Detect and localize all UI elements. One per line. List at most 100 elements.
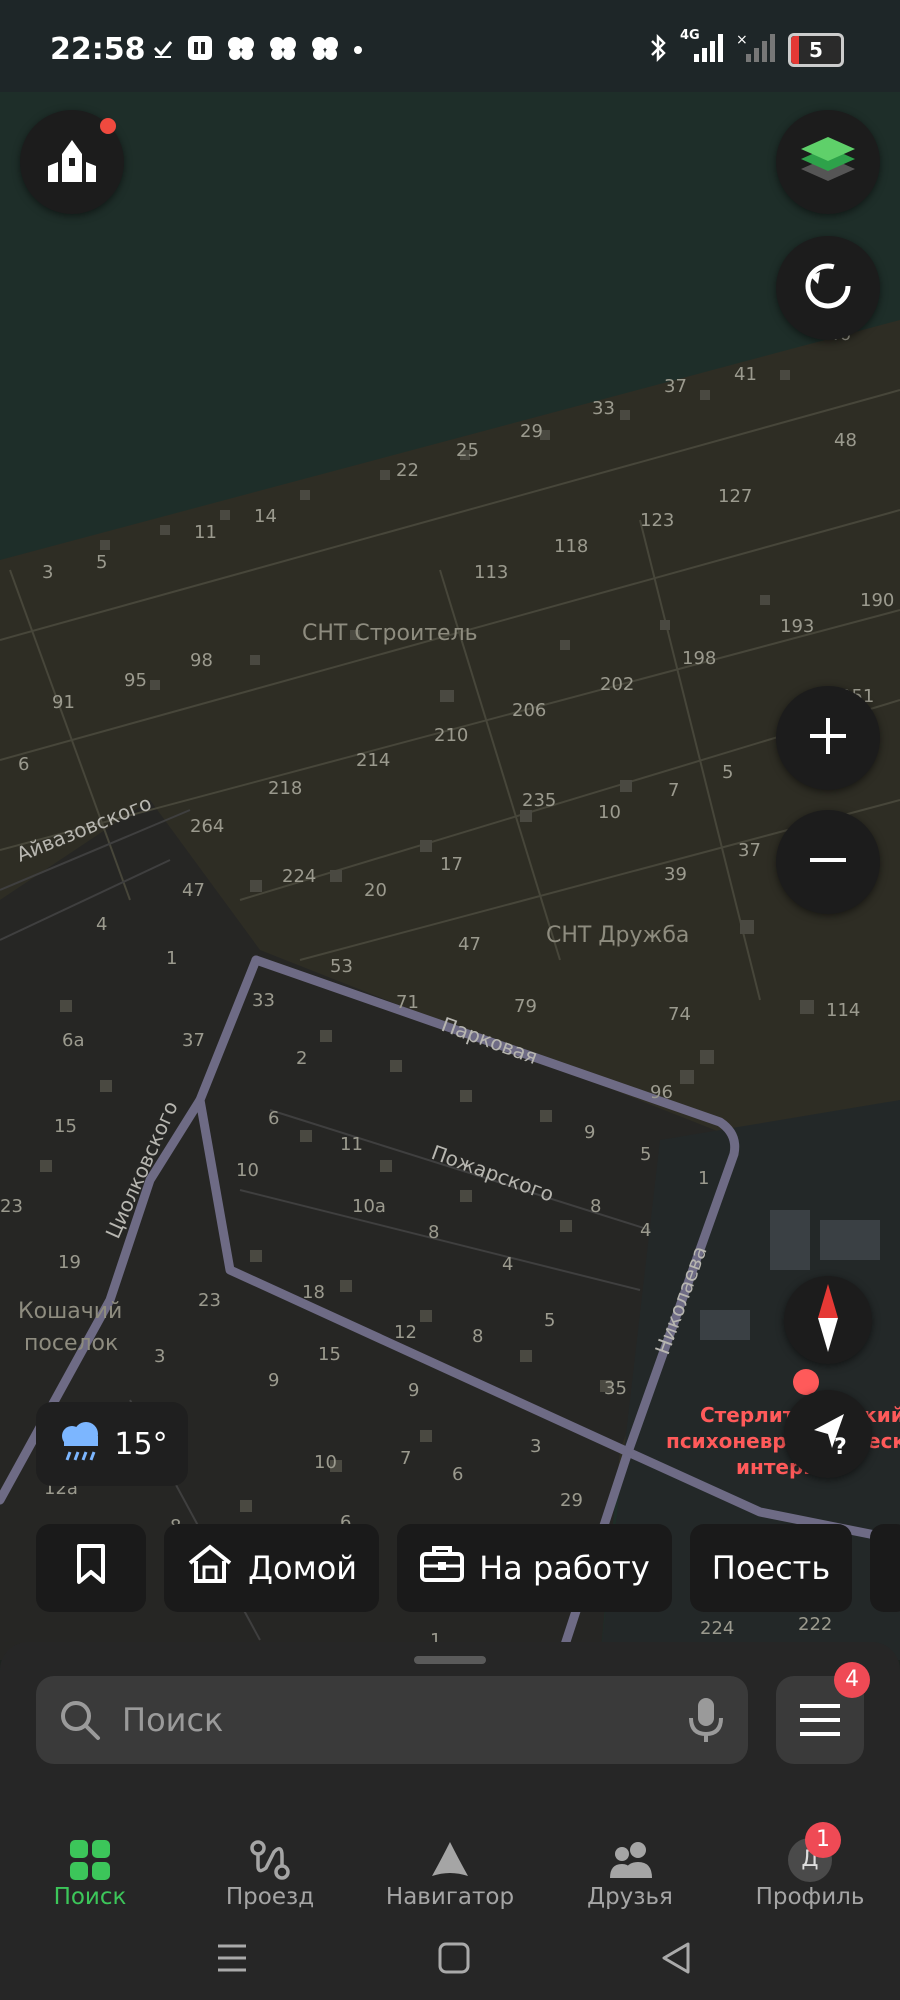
svg-text:14: 14 <box>254 506 277 527</box>
zoom-out-icon <box>806 838 850 886</box>
svg-text:15: 15 <box>318 1344 341 1365</box>
svg-text:224: 224 <box>700 1618 734 1639</box>
zoom-out-button[interactable] <box>776 810 880 914</box>
svg-text:190: 190 <box>860 590 894 611</box>
zoom-in-button[interactable] <box>776 686 880 790</box>
menu-button[interactable]: 4 <box>776 1662 870 1764</box>
bookmarks-chip[interactable] <box>36 1524 146 1612</box>
svg-text:29: 29 <box>560 1490 583 1511</box>
svg-text:3: 3 <box>154 1346 165 1367</box>
city-button[interactable] <box>20 110 124 214</box>
svg-text:37: 37 <box>738 840 761 861</box>
svg-text:×: × <box>736 32 748 48</box>
svg-text:53: 53 <box>330 956 353 977</box>
tab-label: Поиск <box>53 1884 127 1910</box>
svg-text:224: 224 <box>282 866 316 887</box>
svg-text:9: 9 <box>268 1370 279 1391</box>
svg-text:48: 48 <box>834 430 857 451</box>
sheet-handle[interactable] <box>414 1656 486 1664</box>
search-placeholder: Поиск <box>122 1701 224 1739</box>
svg-text:33: 33 <box>252 990 275 1011</box>
recent-apps-icon[interactable] <box>216 1942 248 1978</box>
svg-text:10: 10 <box>598 802 621 823</box>
signal-icon: × <box>736 32 776 68</box>
svg-text:47: 47 <box>458 934 481 955</box>
svg-text:214: 214 <box>356 750 390 771</box>
search-input[interactable]: Поиск <box>36 1676 748 1764</box>
quick-actions: Домой На работу Поесть <box>36 1524 900 1612</box>
svg-text:71: 71 <box>396 992 419 1013</box>
svg-text:127: 127 <box>718 486 752 507</box>
svg-text:15: 15 <box>54 1116 77 1137</box>
svg-text:8: 8 <box>590 1196 601 1217</box>
layers-button[interactable] <box>776 110 880 214</box>
status-time: 22:58 <box>50 32 146 67</box>
svg-text:7: 7 <box>668 780 679 801</box>
area-label: СНТ Строитель <box>302 621 478 646</box>
back-icon[interactable] <box>660 1942 692 1978</box>
location-button[interactable]: ? <box>784 1390 872 1478</box>
signal-icon: 4G <box>680 28 724 68</box>
search-icon <box>58 1698 102 1746</box>
location-arrow-icon: ? <box>804 1408 852 1460</box>
svg-text:264: 264 <box>190 816 224 837</box>
food-chip[interactable]: Поесть <box>689 1524 853 1612</box>
area-label: поселок <box>24 1331 118 1356</box>
svg-text:96: 96 <box>650 1082 673 1103</box>
city-icon <box>44 132 100 192</box>
bookmark-icon <box>74 1543 108 1593</box>
area-label: Кошачий <box>18 1299 122 1324</box>
rotate-button[interactable] <box>776 236 880 340</box>
svg-text:5: 5 <box>640 1144 651 1165</box>
navigator-icon <box>428 1838 472 1882</box>
friends-icon <box>608 1838 652 1882</box>
tab-label: Профиль <box>755 1884 865 1910</box>
svg-text:113: 113 <box>474 562 508 583</box>
bottom-tabs: Поиск Проезд Навигатор Друзья Д 1 Профил… <box>0 1802 900 1922</box>
checkmark-icon <box>152 37 174 63</box>
cloud-icon <box>310 35 340 65</box>
svg-text:114: 114 <box>826 1000 860 1021</box>
home-system-icon[interactable] <box>438 1942 470 1978</box>
svg-text:210: 210 <box>434 725 468 746</box>
menu-badge: 4 <box>834 1662 870 1698</box>
svg-text:10: 10 <box>314 1452 337 1473</box>
svg-text:18: 18 <box>302 1282 325 1303</box>
bluetooth-icon <box>648 32 668 68</box>
svg-text:95: 95 <box>124 670 147 691</box>
svg-text:4: 4 <box>96 914 107 935</box>
area-label: СНТ Дружба <box>546 923 689 948</box>
app-icon <box>186 34 214 66</box>
svg-text:37: 37 <box>182 1030 205 1051</box>
notification-dot <box>100 118 116 134</box>
svg-text:98: 98 <box>190 650 213 671</box>
weather-widget[interactable]: 15° <box>36 1402 188 1486</box>
home-chip[interactable]: Домой <box>164 1524 380 1612</box>
compass-icon <box>808 1282 848 1358</box>
system-nav-bar <box>0 1920 900 2000</box>
more-chip[interactable] <box>870 1524 900 1612</box>
work-chip[interactable]: На работу <box>397 1524 672 1612</box>
briefcase-icon <box>419 1544 465 1592</box>
home-chip-label: Домой <box>248 1549 358 1587</box>
hamburger-icon <box>800 1702 840 1742</box>
svg-text:118: 118 <box>554 536 588 557</box>
svg-text:39: 39 <box>664 864 687 885</box>
svg-text:?: ? <box>834 1435 847 1456</box>
svg-text:79: 79 <box>514 996 537 1017</box>
cloud-icon <box>226 35 256 65</box>
svg-text:33: 33 <box>592 398 615 419</box>
svg-text:8: 8 <box>428 1222 439 1243</box>
status-right: 4G × 5 <box>648 28 844 68</box>
svg-text:6: 6 <box>268 1108 279 1129</box>
svg-text:222: 222 <box>798 1614 832 1635</box>
svg-text:47: 47 <box>182 880 205 901</box>
svg-text:19: 19 <box>58 1252 81 1273</box>
svg-text:123: 123 <box>640 510 674 531</box>
svg-text:25: 25 <box>456 440 479 461</box>
microphone-icon[interactable] <box>688 1696 724 1748</box>
svg-text:206: 206 <box>512 700 546 721</box>
compass-button[interactable] <box>784 1276 872 1364</box>
svg-text:29: 29 <box>520 421 543 442</box>
svg-text:23: 23 <box>0 1196 23 1217</box>
